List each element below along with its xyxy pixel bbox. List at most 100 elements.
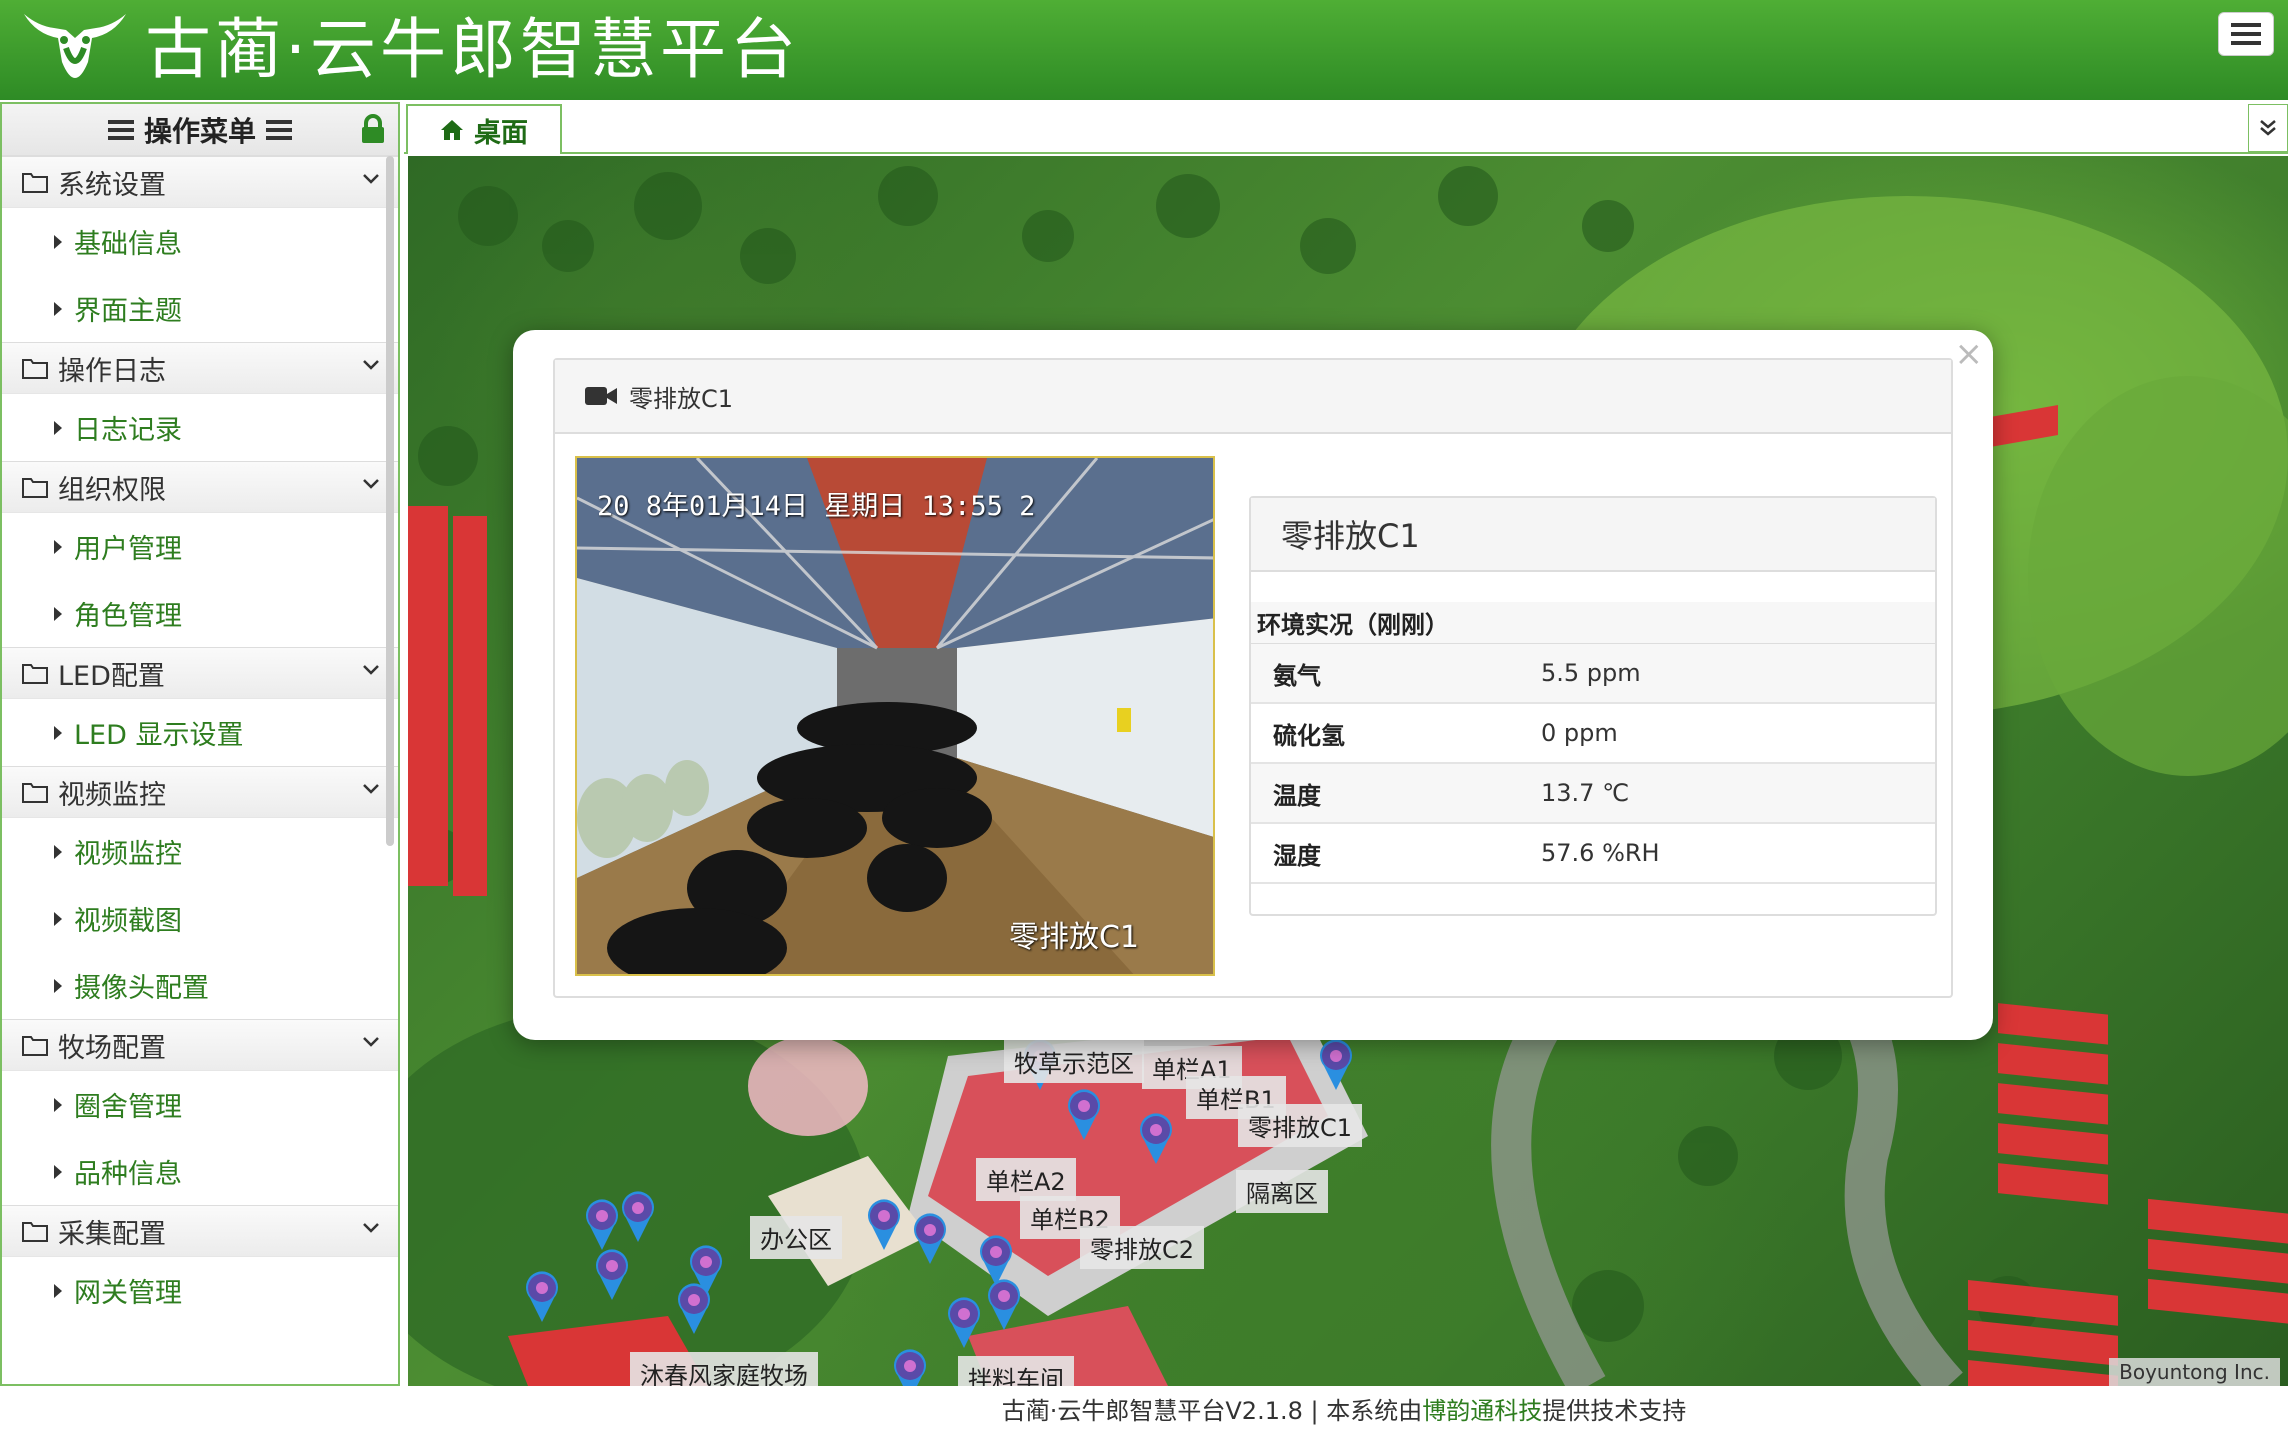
map-label-office[interactable]: 办公区 bbox=[750, 1216, 842, 1259]
camera-popup: × 零排放C1 20 8年01月14日 星期日 13:55 2 零排放C1 零排… bbox=[513, 330, 1993, 1040]
folder-icon bbox=[22, 664, 48, 684]
sidebar-item-label: 网关管理 bbox=[74, 1278, 182, 1309]
company-link[interactable]: 博韵通科技 bbox=[1422, 1391, 1542, 1426]
lock-icon[interactable] bbox=[360, 114, 386, 144]
camera-pin-icon[interactable] bbox=[1134, 1110, 1178, 1166]
close-button[interactable]: × bbox=[1955, 334, 1984, 374]
sidebar-item-breed-info[interactable]: 品种信息 bbox=[2, 1138, 398, 1205]
map-label-feed-workshop[interactable]: 拌料车间 bbox=[958, 1356, 1074, 1386]
barn-interior-image bbox=[577, 458, 1213, 974]
menu-toggle-button[interactable] bbox=[2218, 12, 2274, 56]
sidebar-item-video-screenshots[interactable]: 视频截图 bbox=[2, 885, 398, 952]
table-row: 湿度 57.6 %RH bbox=[1251, 824, 1935, 884]
camera-pin-icon[interactable] bbox=[942, 1294, 986, 1350]
double-chevron-down-icon bbox=[2260, 120, 2276, 136]
camera-pin-icon[interactable] bbox=[520, 1268, 564, 1324]
footer-text-suffix: 提供技术支持 bbox=[1542, 1396, 1687, 1425]
menu-group-label: LED配置 bbox=[58, 660, 165, 692]
fullscreen-tip: 退出全屏模式（F11） bbox=[1018, 115, 1276, 146]
sidebar-item-label: 界面主题 bbox=[74, 296, 182, 327]
chevron-down-icon bbox=[363, 665, 379, 675]
map-label-zero-emission-c2[interactable]: 零排放C2 bbox=[1080, 1226, 1205, 1269]
page-footer: 古蔺·云牛郎智慧平台V2.1.8 | 本系统由 博韵通科技 提供技术支持 bbox=[0, 1386, 2288, 1430]
info-panel-title: 零排放C1 bbox=[1251, 498, 1935, 572]
sidebar-item-led-display-settings[interactable]: LED 显示设置 bbox=[2, 699, 398, 766]
metric-name: 氨气 bbox=[1273, 661, 1321, 690]
folder-icon bbox=[22, 783, 48, 803]
video-caption: 零排放C1 bbox=[1008, 920, 1139, 955]
chevron-down-icon bbox=[363, 479, 379, 489]
caret-right-icon bbox=[54, 844, 62, 859]
chevron-down-icon bbox=[363, 360, 379, 370]
map-label-isolation[interactable]: 隔离区 bbox=[1236, 1170, 1328, 1213]
sidebar-item-label: 角色管理 bbox=[74, 601, 182, 632]
map-label-pasture-demo[interactable]: 牧草示范区 bbox=[1004, 1040, 1144, 1083]
sidebar-item-label: 日志记录 bbox=[74, 415, 182, 446]
video-camera-icon bbox=[585, 387, 617, 405]
map-label-zero-emission-c1[interactable]: 零排放C1 bbox=[1238, 1104, 1363, 1147]
sidebar-header: 操作菜单 bbox=[2, 104, 398, 156]
menu-group-ranch-config[interactable]: 牧场配置 bbox=[2, 1019, 398, 1071]
sidebar-item-camera-config[interactable]: 摄像头配置 bbox=[2, 952, 398, 1019]
sidebar-item-log-records[interactable]: 日志记录 bbox=[2, 394, 398, 461]
chevron-down-icon bbox=[363, 1223, 379, 1233]
caret-right-icon bbox=[54, 911, 62, 926]
sidebar-item-video-monitoring[interactable]: 视频监控 bbox=[2, 818, 398, 885]
menu-group-label: 组织权限 bbox=[58, 474, 166, 506]
folder-icon bbox=[22, 173, 48, 193]
camera-pin-icon[interactable] bbox=[616, 1188, 660, 1244]
camera-pin-icon[interactable] bbox=[590, 1246, 634, 1302]
tab-dropdown-button[interactable] bbox=[2248, 104, 2288, 152]
brand-title: 古蔺·云牛郎智慧平台 bbox=[145, 11, 800, 88]
camera-pin-icon[interactable] bbox=[982, 1276, 1026, 1332]
menu-group-org-permissions[interactable]: 组织权限 bbox=[2, 461, 398, 513]
environment-info-panel: 零排放C1 环境实况（刚刚） 氨气 5.5 ppm 硫化氢 0 ppm 温度 1… bbox=[1249, 496, 1937, 916]
menu-group-video-monitoring[interactable]: 视频监控 bbox=[2, 766, 398, 818]
sidebar-item-label: 视频监控 bbox=[74, 839, 182, 870]
sidebar-item-basic-info[interactable]: 基础信息 bbox=[2, 208, 398, 275]
caret-right-icon bbox=[54, 420, 62, 435]
map-label-pen-a2[interactable]: 单栏A2 bbox=[976, 1158, 1076, 1201]
camera-pin-icon[interactable] bbox=[672, 1280, 716, 1336]
camera-pin-icon[interactable] bbox=[908, 1210, 952, 1266]
menu-group-collection-config[interactable]: 采集配置 bbox=[2, 1205, 398, 1257]
folder-icon bbox=[22, 1036, 48, 1056]
sidebar-item-gateway-management[interactable]: 网关管理 bbox=[2, 1257, 398, 1324]
sidebar-menu: 操作菜单 系统设置 基础信息 界面主题 操作日志 日志记录 组织权限 用户管理 … bbox=[0, 102, 400, 1386]
folder-icon bbox=[22, 1222, 48, 1242]
caret-right-icon bbox=[54, 978, 62, 993]
caret-right-icon bbox=[54, 1283, 62, 1298]
sidebar-item-role-management[interactable]: 角色管理 bbox=[2, 580, 398, 647]
metric-value: 57.6 %RH bbox=[1541, 839, 1660, 867]
map-label-family-farm[interactable]: 沐春风家庭牧场 bbox=[630, 1352, 818, 1386]
sidebar-item-theme[interactable]: 界面主题 bbox=[2, 275, 398, 342]
menu-group-label: 视频监控 bbox=[58, 779, 166, 811]
metric-name: 硫化氢 bbox=[1273, 721, 1345, 750]
menu-group-led-config[interactable]: LED配置 bbox=[2, 647, 398, 699]
camera-pin-icon[interactable] bbox=[1062, 1086, 1106, 1142]
video-timestamp: 20 8年01月14日 星期日 13:55 2 bbox=[597, 491, 1036, 522]
camera-pin-icon[interactable] bbox=[888, 1346, 932, 1386]
environment-section-label: 环境实况（刚刚） bbox=[1251, 602, 1935, 644]
table-row: 硫化氢 0 ppm bbox=[1251, 704, 1935, 764]
caret-right-icon bbox=[54, 301, 62, 316]
caret-right-icon bbox=[54, 234, 62, 249]
sidebar-item-user-management[interactable]: 用户管理 bbox=[2, 513, 398, 580]
camera-pin-icon[interactable] bbox=[862, 1196, 906, 1252]
sidebar-item-label: 品种信息 bbox=[74, 1159, 182, 1190]
caret-right-icon bbox=[54, 606, 62, 621]
metric-value: 5.5 ppm bbox=[1541, 659, 1641, 687]
sidebar-scrollbar[interactable] bbox=[386, 156, 394, 846]
tab-desktop[interactable]: 桌面 bbox=[406, 104, 562, 154]
camera-pin-icon[interactable] bbox=[1314, 1036, 1358, 1092]
bull-logo-icon bbox=[24, 14, 126, 78]
camera-video-feed[interactable]: 20 8年01月14日 星期日 13:55 2 零排放C1 bbox=[575, 456, 1215, 976]
menu-group-system-settings[interactable]: 系统设置 bbox=[2, 156, 398, 208]
metric-value: 13.7 ℃ bbox=[1541, 779, 1630, 807]
home-icon bbox=[441, 120, 463, 140]
tab-bar: 桌面 退出全屏模式（F11） bbox=[404, 102, 2288, 154]
menu-group-operation-log[interactable]: 操作日志 bbox=[2, 342, 398, 394]
sidebar-item-pen-management[interactable]: 圈舍管理 bbox=[2, 1071, 398, 1138]
metric-value: 0 ppm bbox=[1541, 719, 1618, 747]
sidebar-item-label: 视频截图 bbox=[74, 906, 182, 937]
